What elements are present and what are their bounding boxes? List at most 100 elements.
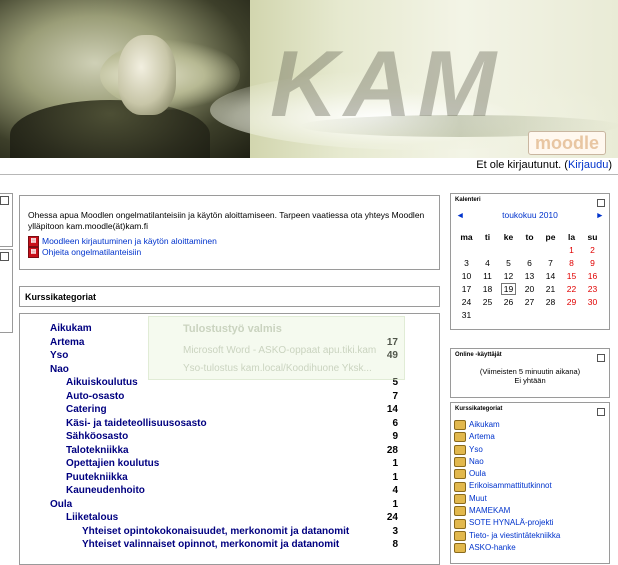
calendar-day[interactable]: 6 (519, 256, 540, 269)
right-category-item[interactable]: Oula (454, 468, 560, 480)
calendar-day[interactable]: 9 (582, 256, 603, 269)
right-category-link[interactable]: Artema (469, 431, 495, 443)
help-link-login[interactable]: Moodleen kirjautuminen ja käytön aloitta… (42, 236, 217, 247)
category-row[interactable]: Catering 14 (66, 403, 420, 416)
calendar-day[interactable]: 2 (582, 243, 603, 256)
category-name[interactable]: Auto-osasto (66, 391, 124, 402)
calendar-day[interactable]: 8 (561, 256, 582, 269)
calendar-day[interactable]: 21 (540, 282, 561, 295)
calendar-day[interactable]: 24 (456, 295, 477, 308)
category-row[interactable]: Opettajien koulutus 1 (66, 457, 420, 470)
calendar-day[interactable]: 17 (456, 282, 477, 295)
right-category-item[interactable]: ASKO-hanke (454, 542, 560, 554)
category-row[interactable]: Kauneudenhoito 4 (66, 484, 420, 497)
right-category-link[interactable]: Nao (469, 456, 484, 468)
category-name[interactable]: Opettajien koulutus (66, 458, 159, 469)
notification-line: Microsoft Word - ASKO-oppaat apu.tiki.ka… (183, 345, 377, 356)
category-name[interactable]: Liiketalous (66, 512, 118, 523)
category-name[interactable]: Aikuiskoulutus (66, 377, 138, 388)
calendar-month[interactable]: toukokuu 2010 (451, 210, 609, 220)
calendar-day[interactable]: 7 (540, 256, 561, 269)
category-name[interactable]: Yhteiset opintokokonaisuudet, merkonomit… (82, 526, 349, 537)
right-category-item[interactable]: Artema (454, 431, 560, 443)
right-category-item[interactable]: Muut (454, 493, 560, 505)
calendar-day[interactable]: 16 (582, 269, 603, 282)
calendar-day[interactable]: 20 (519, 282, 540, 295)
right-category-link[interactable]: Tieto- ja viestintätekniikka (469, 530, 560, 542)
category-row[interactable]: Yhteiset valinnaiset opinnot, merkonomit… (82, 538, 420, 551)
collapse-icon[interactable] (597, 354, 605, 362)
calendar-day[interactable]: 30 (582, 295, 603, 308)
right-category-link[interactable]: Oula (469, 468, 486, 480)
category-name[interactable]: Yso (50, 350, 68, 361)
calendar-day (477, 308, 498, 321)
calendar-day[interactable]: 3 (456, 256, 477, 269)
course-count: 3 (392, 525, 398, 537)
calendar-day[interactable]: 4 (477, 256, 498, 269)
right-category-item[interactable]: Yso (454, 444, 560, 456)
category-row[interactable]: Puutekniikka 1 (66, 471, 420, 484)
category-row[interactable]: Liiketalous 24 (66, 511, 420, 524)
category-name[interactable]: Oula (50, 499, 72, 510)
category-row[interactable]: Käsi- ja taideteollisuusosasto 6 (66, 417, 420, 430)
calendar-day[interactable]: 19 (498, 282, 519, 295)
help-link-problems[interactable]: Ohjeita ongelmatilanteisiin (42, 247, 141, 258)
calendar-day[interactable]: 27 (519, 295, 540, 308)
right-category-link[interactable]: Muut (469, 493, 487, 505)
category-row[interactable]: Oula 1 (50, 498, 420, 511)
calendar-day[interactable]: 25 (477, 295, 498, 308)
category-name[interactable]: Sähköosasto (66, 431, 128, 442)
calendar-day[interactable]: 23 (582, 282, 603, 295)
calendar-day[interactable]: 29 (561, 295, 582, 308)
calendar-day[interactable]: 15 (561, 269, 582, 282)
calendar-day[interactable]: 5 (498, 256, 519, 269)
right-category-link[interactable]: Aikukam (469, 419, 500, 431)
help-link-row[interactable]: ▤ Moodleen kirjautuminen ja käytön aloitt… (28, 236, 439, 247)
calendar-day[interactable]: 13 (519, 269, 540, 282)
right-category-item[interactable]: MAMEKAM (454, 505, 560, 517)
collapse-icon[interactable] (0, 196, 9, 205)
right-category-link[interactable]: Erikoisammattitutkinnot (469, 480, 552, 492)
category-name[interactable]: Nao (50, 364, 69, 375)
next-month-icon[interactable]: ► (596, 210, 604, 220)
calendar-day[interactable]: 14 (540, 269, 561, 282)
category-row[interactable]: Yhteiset opintokokonaisuudet, merkonomit… (82, 525, 420, 538)
calendar-day[interactable]: 28 (540, 295, 561, 308)
category-row[interactable]: Sähköosasto 9 (66, 430, 420, 443)
right-category-item[interactable]: Tieto- ja viestintätekniikka (454, 530, 560, 542)
calendar-day[interactable]: 31 (456, 308, 477, 321)
collapse-icon[interactable] (597, 199, 605, 207)
collapse-icon[interactable] (0, 252, 9, 261)
right-category-link[interactable]: SOTE HYNALÄ-projekti (469, 517, 553, 529)
login-link[interactable]: Kirjaudu (568, 159, 608, 171)
category-name[interactable]: Kauneudenhoito (66, 485, 145, 496)
category-name[interactable]: Talotekniikka (66, 445, 129, 456)
category-name[interactable]: Artema (50, 337, 84, 348)
calendar-day[interactable]: 26 (498, 295, 519, 308)
calendar-day[interactable]: 11 (477, 269, 498, 282)
category-name[interactable]: Puutekniikka (66, 472, 128, 483)
right-category-link[interactable]: MAMEKAM (469, 505, 510, 517)
category-name[interactable]: Yhteiset valinnaiset opinnot, merkonomit… (82, 539, 339, 550)
category-row[interactable]: Auto-osasto 7 (66, 390, 420, 403)
right-category-item[interactable]: SOTE HYNALÄ-projekti (454, 517, 560, 529)
collapse-icon[interactable] (597, 408, 605, 416)
course-count: 6 (392, 417, 398, 429)
moodle-logo[interactable]: moodle (528, 131, 606, 155)
calendar-day[interactable]: 1 (561, 243, 582, 256)
category-row[interactable]: Talotekniikka 28 (66, 444, 420, 457)
right-category-item[interactable]: Aikukam (454, 419, 560, 431)
calendar-day[interactable]: 18 (477, 282, 498, 295)
category-name[interactable]: Käsi- ja taideteollisuusosasto (66, 418, 207, 429)
right-category-link[interactable]: Yso (469, 444, 483, 456)
calendar-day[interactable]: 22 (561, 282, 582, 295)
calendar-day[interactable]: 10 (456, 269, 477, 282)
category-name[interactable]: Catering (66, 404, 107, 415)
help-link-row[interactable]: ▤ Ohjeita ongelmatilanteisiin (28, 247, 439, 258)
right-category-link[interactable]: ASKO-hanke (469, 542, 516, 554)
calendar-day[interactable]: 12 (498, 269, 519, 282)
online-users-block: Online -käyttäjät (Viimeisten 5 minuutin… (450, 348, 610, 398)
category-name[interactable]: Aikukam (50, 323, 92, 334)
right-category-item[interactable]: Nao (454, 456, 560, 468)
right-category-item[interactable]: Erikoisammattitutkinnot (454, 480, 560, 492)
